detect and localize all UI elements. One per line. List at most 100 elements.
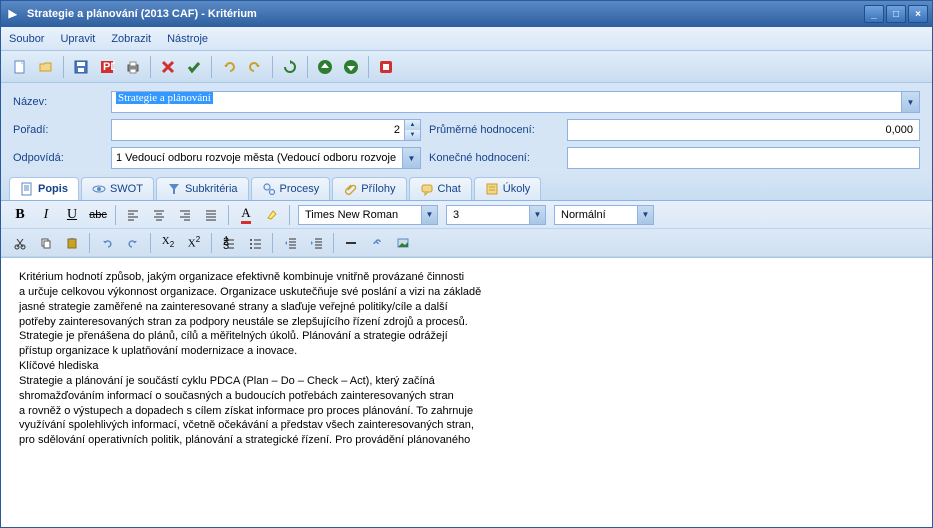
body-line: a určuje celkovou výkonnost organizace. … [19,285,914,300]
spin-up-icon[interactable]: ▲ [405,120,420,130]
accept-button[interactable] [182,55,206,79]
body-line: pro sdělování operativních politik, plán… [19,433,914,448]
up-button[interactable] [313,55,337,79]
superscript-button[interactable]: X2 [182,232,206,254]
chat-icon [420,182,434,196]
editor-body[interactable]: Kritérium hodnotí způsob, jakým organiza… [1,258,932,527]
body-line: shromažďováním informací o současných a … [19,389,914,404]
body-line: přístup organizace k uplatňování moderni… [19,344,914,359]
odpovida-dropdown-icon[interactable]: ▼ [402,148,420,168]
refresh-button[interactable] [278,55,302,79]
body-line: a rovněž o výstupech a dopadech s cílem … [19,404,914,419]
funnel-icon [167,182,181,196]
outdent-button[interactable] [278,232,302,254]
input-odpovida[interactable]: ▼ [111,147,421,169]
print-button[interactable] [121,55,145,79]
tab-ukoly-label: Úkoly [503,183,531,195]
nazev-dropdown-icon[interactable]: ▼ [901,92,919,112]
tab-prilohy-label: Přílohy [361,183,395,195]
strike-button[interactable]: abc [86,204,110,226]
delete-button[interactable] [156,55,180,79]
size-dropdown-icon[interactable]: ▼ [529,206,545,224]
menu-upravit[interactable]: Upravit [60,33,95,45]
new-button[interactable] [8,55,32,79]
odpovida-value[interactable] [112,152,402,164]
subscript-button[interactable]: X2 [156,232,180,254]
redo-button[interactable] [243,55,267,79]
unordered-list-button[interactable] [243,232,267,254]
tab-procesy[interactable]: Procesy [251,177,331,200]
font-family-value: Times New Roman [299,209,421,221]
form-area: Název: Strategie a plánování ▼ Pořadí: ▲… [1,83,932,173]
menu-bar: Soubor Upravit Zobrazit Nástroje [1,27,932,51]
undo-button[interactable] [217,55,241,79]
open-button[interactable] [34,55,58,79]
minimize-button[interactable]: _ [864,5,884,23]
indent-button[interactable] [304,232,328,254]
tab-prilohy[interactable]: Přílohy [332,177,406,200]
editor-toolbar: B I U abc A Times New Roman ▼ 3 ▼ Normál… [1,201,932,258]
tab-subkriteria[interactable]: Subkritéria [156,177,249,200]
bold-button[interactable]: B [8,204,32,226]
export-pdf-button[interactable]: PDF [95,55,119,79]
stop-button[interactable] [374,55,398,79]
tab-ukoly[interactable]: Úkoly [474,177,542,200]
font-color-button[interactable]: A [234,204,258,226]
redo2-button[interactable] [121,232,145,254]
value-konecne[interactable] [567,147,920,169]
nazev-value-selected: Strategie a plánování [116,92,213,104]
save-button[interactable] [69,55,93,79]
align-center-button[interactable] [147,204,171,226]
hr-button[interactable] [339,232,363,254]
font-family-combo[interactable]: Times New Roman ▼ [298,205,438,225]
poradi-value[interactable] [112,124,404,136]
tab-popis-label: Popis [38,183,68,195]
font-style-combo[interactable]: Normální ▼ [554,205,654,225]
tab-chat[interactable]: Chat [409,177,472,200]
paperclip-icon [343,182,357,196]
font-dropdown-icon[interactable]: ▼ [421,206,437,224]
eye-icon [92,182,106,196]
body-line: Kritérium hodnotí způsob, jakým organiza… [19,270,914,285]
align-justify-button[interactable] [199,204,223,226]
close-button[interactable]: × [908,5,928,23]
menu-zobrazit[interactable]: Zobrazit [111,33,151,45]
menu-nastroje[interactable]: Nástroje [167,33,208,45]
maximize-button[interactable]: □ [886,5,906,23]
paste-button[interactable] [60,232,84,254]
highlight-button[interactable] [260,204,284,226]
gears-icon [262,182,276,196]
align-left-button[interactable] [121,204,145,226]
underline-button[interactable]: U [60,204,84,226]
down-button[interactable] [339,55,363,79]
tab-chat-label: Chat [438,183,461,195]
undo2-button[interactable] [95,232,119,254]
align-right-button[interactable] [173,204,197,226]
spin-down-icon[interactable]: ▼ [405,130,420,140]
input-poradi[interactable]: ▲ ▼ [111,119,421,141]
copy-button[interactable] [34,232,58,254]
main-toolbar: PDF [1,51,932,83]
ordered-list-button[interactable]: 123 [217,232,241,254]
label-nazev: Název: [13,96,103,108]
tab-bar: Popis SWOT Subkritéria Procesy Přílohy C… [1,173,932,201]
font-style-value: Normální [555,209,637,221]
app-icon [5,6,21,22]
input-nazev[interactable]: Strategie a plánování ▼ [111,91,920,113]
italic-button[interactable]: I [34,204,58,226]
tab-subkriteria-label: Subkritéria [185,183,238,195]
document-icon [20,182,34,196]
link-button[interactable] [365,232,389,254]
cut-button[interactable] [8,232,32,254]
body-line: Strategie a plánování je součástí cyklu … [19,374,914,389]
tab-popis[interactable]: Popis [9,177,79,200]
body-line: Strategie je přenášena do plánů, cílů a … [19,329,914,344]
window-title: Strategie a plánování (2013 CAF) - Krité… [27,8,864,20]
tab-swot[interactable]: SWOT [81,177,154,200]
image-button[interactable] [391,232,415,254]
tasks-icon [485,182,499,196]
style-dropdown-icon[interactable]: ▼ [637,206,653,224]
font-size-combo[interactable]: 3 ▼ [446,205,546,225]
menu-soubor[interactable]: Soubor [9,33,44,45]
title-bar: Strategie a plánování (2013 CAF) - Krité… [1,1,932,27]
